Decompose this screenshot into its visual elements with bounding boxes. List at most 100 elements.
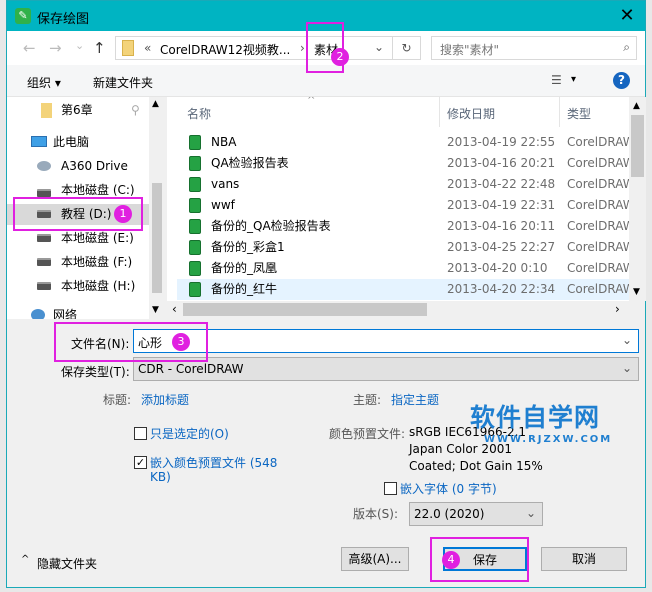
- file-name: 备份的_彩盒1: [211, 240, 285, 254]
- path-overflow[interactable]: «: [144, 41, 151, 55]
- column-header-type[interactable]: 类型: [567, 105, 591, 122]
- file-row[interactable]: 备份的_凤凰 2013-04-20 0:10 CorelDRAW: [177, 258, 629, 279]
- hide-folders-button[interactable]: 隐藏文件夹: [37, 555, 97, 572]
- nav-item-chapter6[interactable]: 第6章 ⚲: [7, 100, 149, 121]
- view-dropdown[interactable]: ▾: [571, 74, 576, 85]
- file-name: 备份的_凤凰: [211, 261, 278, 275]
- search-input[interactable]: 搜索"素材" ⌕: [431, 36, 637, 60]
- nav-label: 第6章: [61, 103, 93, 117]
- nav-item-this-pc[interactable]: 此电脑: [7, 132, 149, 153]
- annotation-badge-4: 4: [442, 551, 460, 569]
- selected-only-label[interactable]: 只是选定的(O): [150, 425, 229, 442]
- file-name: vans: [211, 177, 240, 191]
- file-row[interactable]: 备份的_红牛 2013-04-20 22:34 CorelDRAW: [177, 279, 629, 300]
- file-date: 2013-04-19 22:55: [447, 135, 556, 149]
- forward-button[interactable]: →: [49, 39, 62, 57]
- pin-icon[interactable]: ⚲: [131, 100, 140, 121]
- close-button[interactable]: ✕: [617, 5, 637, 26]
- vscroll-thumb[interactable]: [631, 115, 644, 177]
- nav-item-drive-h[interactable]: 本地磁盘 (H:): [7, 276, 149, 297]
- file-date: 2013-04-22 22:48: [447, 177, 556, 191]
- add-title-link[interactable]: 添加标题: [141, 391, 189, 408]
- watermark-main: 软件自学网: [470, 403, 601, 432]
- view-options-icon[interactable]: ☰: [551, 73, 562, 87]
- recent-dropdown[interactable]: ⌄: [75, 39, 84, 52]
- file-row[interactable]: NBA 2013-04-19 22:55 CorelDRAW: [177, 132, 629, 153]
- color-profile-label: 颜色预置文件:: [329, 427, 406, 441]
- refresh-button[interactable]: ↻: [392, 37, 420, 59]
- file-type: CorelDRAW: [567, 261, 629, 275]
- scroll-right-icon[interactable]: ›: [615, 302, 620, 316]
- nav-item-a360[interactable]: A360 Drive: [7, 156, 149, 177]
- cdr-file-icon: [189, 240, 201, 255]
- file-type: CorelDRAW: [567, 135, 629, 149]
- cancel-button[interactable]: 取消: [541, 547, 627, 571]
- scroll-down-icon[interactable]: ▼: [152, 305, 159, 315]
- file-row[interactable]: QA检验报告表 2013-04-16 20:21 CorelDRAW: [177, 153, 629, 174]
- file-row[interactable]: wwf 2013-04-19 22:31 CorelDRAW: [177, 195, 629, 216]
- filetype-label: 保存类型(T):: [61, 365, 130, 379]
- embed-fonts-checkbox[interactable]: [384, 482, 397, 495]
- nav-label: 网络: [53, 308, 78, 319]
- nav-item-network[interactable]: 网络: [7, 305, 149, 319]
- file-row[interactable]: 备份的_QA检验报告表 2013-04-16 20:11 CorelDRAW: [177, 216, 629, 237]
- chevron-down-icon[interactable]: ⌄: [622, 333, 632, 347]
- file-type: CorelDRAW: [567, 240, 629, 254]
- breadcrumb-separator[interactable]: ›: [300, 41, 305, 55]
- embed-fonts-label[interactable]: 嵌入字体 (0 字节): [400, 480, 497, 497]
- chevron-up-icon[interactable]: ^: [21, 554, 29, 565]
- folder-icon: [41, 103, 52, 118]
- breadcrumb-parent[interactable]: CorelDRAW12视频教...: [160, 41, 290, 58]
- file-row[interactable]: vans 2013-04-22 22:48 CorelDRAW: [177, 174, 629, 195]
- column-header-date[interactable]: 修改日期: [447, 105, 495, 122]
- nav-item-drive-f[interactable]: 本地磁盘 (F:): [7, 252, 149, 273]
- version-select[interactable]: 22.0 (2020) ⌄: [409, 502, 543, 526]
- scroll-up-icon[interactable]: ▲: [633, 101, 640, 111]
- nav-label: A360 Drive: [61, 159, 128, 173]
- cdr-file-icon: [189, 282, 201, 297]
- file-type: CorelDRAW: [567, 156, 629, 170]
- new-folder-button[interactable]: 新建文件夹: [93, 74, 153, 91]
- back-button[interactable]: ←: [23, 39, 36, 57]
- sort-ascending-icon: ^: [307, 97, 316, 106]
- file-date: 2013-04-25 22:27: [447, 240, 556, 254]
- network-icon: [31, 309, 45, 319]
- version-value: 22.0 (2020): [414, 507, 485, 521]
- advanced-button[interactable]: 高级(A)...: [341, 547, 409, 571]
- file-list-vscrollbar[interactable]: ▲ ▼: [629, 97, 646, 301]
- computer-icon: [31, 136, 47, 147]
- search-icon: ⌕: [623, 40, 630, 54]
- embed-profile-checkbox[interactable]: ✓: [134, 456, 147, 469]
- file-type: CorelDRAW: [567, 219, 629, 233]
- embed-profile-label-2[interactable]: KB): [150, 470, 171, 484]
- address-bar[interactable]: « CorelDRAW12视频教... › 素材 ⌄ ↻: [115, 36, 421, 60]
- filetype-select[interactable]: CDR - CorelDRAW ⌄: [133, 357, 639, 381]
- embed-profile-label[interactable]: 嵌入颜色预置文件 (548: [150, 454, 277, 471]
- filename-input[interactable]: 心形 ⌄: [133, 329, 639, 353]
- selected-only-checkbox[interactable]: [134, 427, 147, 440]
- file-type: CorelDRAW: [567, 177, 629, 191]
- scroll-down-icon[interactable]: ▼: [633, 287, 640, 297]
- hscroll-thumb[interactable]: [183, 303, 427, 316]
- history-dropdown-icon[interactable]: ⌄: [374, 40, 384, 54]
- cdr-file-icon: [189, 177, 201, 192]
- up-button[interactable]: ↑: [93, 39, 106, 57]
- folder-icon: [122, 40, 134, 56]
- annotation-badge-1: 1: [114, 205, 132, 223]
- scroll-up-icon[interactable]: ▲: [152, 99, 159, 109]
- nav-label: 本地磁盘 (F:): [61, 255, 133, 269]
- nav-scroll-thumb[interactable]: [152, 183, 162, 293]
- column-header-name[interactable]: 名称: [187, 105, 211, 122]
- add-subject-link[interactable]: 指定主题: [391, 391, 439, 408]
- help-button[interactable]: ?: [613, 72, 630, 89]
- file-row[interactable]: 备份的_彩盒1 2013-04-25 22:27 CorelDRAW: [177, 237, 629, 258]
- file-list-hscrollbar[interactable]: ‹ ›: [167, 301, 629, 318]
- filetype-value: CDR - CorelDRAW: [138, 362, 244, 376]
- organize-button[interactable]: 组织 ▾: [27, 74, 61, 91]
- scroll-left-icon[interactable]: ‹: [172, 302, 177, 316]
- nav-label: 本地磁盘 (E:): [61, 231, 134, 245]
- drive-icon: [37, 282, 51, 290]
- nav-scrollbar[interactable]: ▲ ▼: [149, 97, 165, 319]
- file-name: NBA: [211, 135, 237, 149]
- nav-item-drive-e[interactable]: 本地磁盘 (E:): [7, 228, 149, 249]
